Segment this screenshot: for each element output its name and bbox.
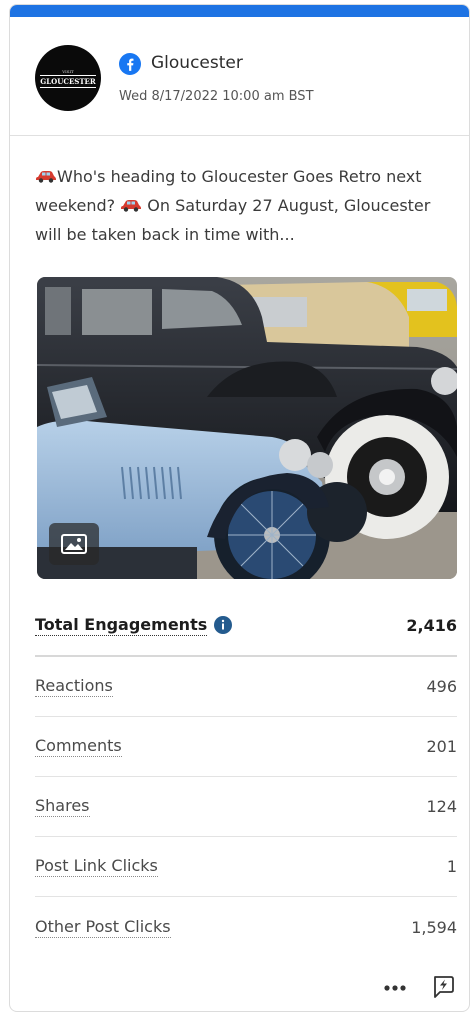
metric-label[interactable]: Shares (35, 796, 90, 817)
metric-row-reactions: Reactions 496 (35, 657, 457, 717)
more-options-button[interactable] (380, 976, 410, 1000)
image-icon (61, 534, 87, 554)
metric-row-post-link-clicks: Post Link Clicks 1 (35, 837, 457, 897)
metric-value: 1,594 (411, 917, 457, 937)
metric-value: 496 (426, 677, 457, 696)
avatar-text-small: VISIT (62, 68, 74, 74)
metric-label[interactable]: Other Post Clicks (35, 917, 171, 938)
facebook-icon (119, 53, 141, 75)
car-emoji-icon (121, 200, 142, 212)
metric-label[interactable]: Total Engagements (35, 615, 208, 636)
metric-row-shares: Shares 124 (35, 777, 457, 837)
post-card: VISIT GLOUCESTER Gloucester Wed 8/17/202… (9, 4, 470, 1012)
avatar[interactable]: VISIT GLOUCESTER (35, 45, 101, 111)
post-header: VISIT GLOUCESTER Gloucester Wed 8/17/202… (10, 17, 469, 136)
metric-value: 2,416 (406, 615, 457, 635)
metric-value: 124 (426, 797, 457, 816)
post-photo[interactable] (37, 277, 457, 579)
boost-icon[interactable] (430, 974, 456, 1000)
info-icon[interactable] (214, 616, 233, 634)
metrics-table: Total Engagements 2,416 Reactions 496 Co… (35, 595, 457, 957)
metric-label[interactable]: Post Link Clicks (35, 856, 158, 877)
post-date: Wed 8/17/2022 10:00 am BST (119, 89, 314, 104)
avatar-text: GLOUCESTER (40, 74, 96, 88)
card-footer (10, 970, 469, 1006)
vintage-cars-photo (37, 277, 457, 579)
metric-value: 201 (426, 737, 457, 756)
more-icon (384, 985, 406, 991)
post-text: Who's heading to Gloucester Goes Retro n… (35, 162, 455, 249)
metric-label[interactable]: Comments (35, 736, 122, 757)
car-emoji-icon (36, 171, 56, 183)
metric-label[interactable]: Reactions (35, 676, 113, 697)
metric-row-comments: Comments 201 (35, 717, 457, 777)
metric-value: 1 (446, 857, 457, 876)
page-name[interactable]: Gloucester (151, 53, 243, 73)
metric-row-total-engagements: Total Engagements 2,416 (35, 595, 457, 657)
metric-row-other-post-clicks: Other Post Clicks 1,594 (35, 897, 457, 957)
image-type-badge[interactable] (49, 523, 99, 565)
accent-bar (10, 5, 469, 17)
